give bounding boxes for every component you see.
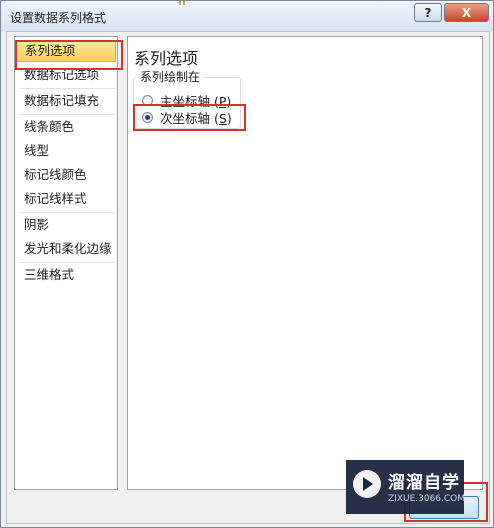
close-icon: X: [461, 5, 472, 20]
highlight-box-series-options: [15, 40, 123, 70]
nav-item-shadow[interactable]: 阴影: [16, 214, 116, 236]
nav-item-label: 三维格式: [24, 267, 75, 282]
help-button[interactable]: ?: [414, 3, 442, 22]
nav-item-line-color[interactable]: 线条颜色: [16, 116, 116, 138]
watermark-name: 溜溜自学: [388, 473, 460, 493]
nav-item-glow-soft-edges[interactable]: 发光和柔化边缘: [16, 238, 116, 260]
nav-item-marker-line-color[interactable]: 标记线颜色: [16, 164, 116, 186]
nav-divider: [19, 212, 115, 213]
panel-heading: 系列选项: [134, 49, 199, 68]
nav-item-line-style[interactable]: 线型: [16, 140, 116, 162]
nav-item-marker-line-style[interactable]: 标记线样式: [16, 188, 116, 210]
top-edge-mark: [183, 1, 185, 5]
nav-item-label: 线条颜色: [24, 119, 75, 134]
nav-item-label: 阴影: [24, 217, 50, 232]
close-button[interactable]: X: [444, 3, 489, 22]
watermark-logo: 溜溜自学 ZIXUE.3066.COM: [346, 460, 466, 514]
nav-item-label: 数据标记填充: [24, 93, 100, 108]
nav-item-label: 发光和柔化边缘: [24, 241, 112, 256]
help-icon: ?: [424, 5, 432, 20]
nav-item-label: 线型: [24, 143, 50, 158]
play-icon: [353, 470, 381, 498]
category-list: 系列选项 数据标记选项 数据标记填充 线条颜色 线型 标记线颜色 标记线样式 阴…: [14, 36, 118, 490]
nav-item-marker-fill[interactable]: 数据标记填充: [16, 90, 116, 112]
nav-divider: [19, 88, 115, 89]
highlight-box-secondary-axis: [133, 104, 246, 131]
nav-divider: [19, 262, 115, 263]
nav-item-label: 标记线样式: [24, 191, 87, 206]
top-edge-mark: [179, 1, 181, 5]
nav-item-label: 标记线颜色: [24, 167, 87, 182]
dialog-title: 设置数据系列格式: [10, 11, 107, 25]
group-label: 系列绘制在: [136, 68, 205, 85]
title-bar[interactable]: 设置数据系列格式 ? X: [1, 1, 493, 31]
watermark-url: ZIXUE.3066.COM: [388, 494, 466, 504]
nav-item-3d-format[interactable]: 三维格式: [16, 264, 116, 286]
nav-divider: [19, 114, 115, 115]
